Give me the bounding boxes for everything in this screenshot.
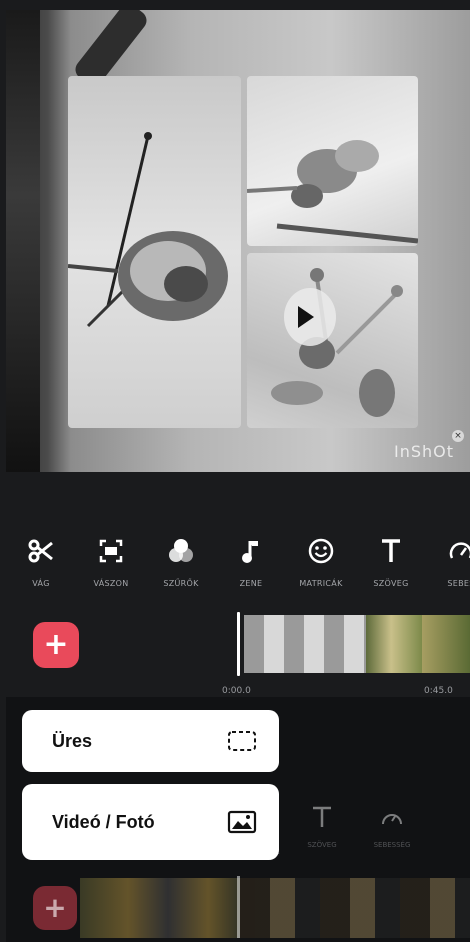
dimmed-toolbar: SZÖVEG SEBESSÉG [300, 805, 414, 849]
image-icon [227, 810, 257, 834]
plus-icon: + [43, 627, 69, 662]
filters-icon [169, 539, 193, 562]
text-icon [382, 539, 400, 562]
edit-toolbar: VÁG VÁSZON SZŰRŐK ZENE MATRICÁK SZÖVEG S… [6, 535, 470, 605]
play-button[interactable] [284, 288, 336, 346]
video-preview[interactable]: InShOt × [6, 10, 470, 472]
collage-frame [68, 76, 418, 428]
add-video-photo-label: Videó / Fotó [52, 811, 155, 832]
tool-speed-label: SEBES [447, 579, 470, 588]
collage-photo-top-right [247, 76, 418, 246]
tool-text-label: SZÖVEG [373, 579, 409, 588]
speed-icon [449, 542, 470, 559]
timeline-playhead[interactable] [237, 612, 240, 676]
add-empty-label: Üres [52, 730, 93, 751]
timeline-thumb-collage [244, 615, 366, 673]
timeline-thumb-flower [366, 615, 422, 673]
tool-stickers[interactable]: MATRICÁK [286, 535, 356, 605]
plus-icon: + [43, 891, 67, 924]
add-clip-button[interactable]: + [33, 622, 79, 668]
tool-canvas[interactable]: VÁSZON [76, 535, 146, 605]
dimmed-playhead [237, 876, 240, 938]
dimmed-tool-speed-label: SEBESSÉG [373, 841, 411, 849]
dimmed-tool-text: SZÖVEG [300, 805, 344, 849]
add-empty-option[interactable]: Üres [22, 710, 279, 772]
timeline-track[interactable] [244, 615, 470, 673]
timeline-end-time: 0:45.0 [424, 686, 453, 696]
collage-photo-bottom-right [247, 253, 418, 428]
tool-canvas-label: VÁSZON [93, 579, 129, 588]
dimmed-thumb-1 [80, 878, 240, 938]
music-note-icon [242, 541, 258, 563]
dimmed-tool-speed: SEBESSÉG [370, 805, 414, 849]
canvas-icon [99, 539, 123, 563]
dimmed-add-button: + [33, 886, 77, 930]
play-icon [298, 306, 314, 328]
tool-filters[interactable]: SZŰRŐK [146, 535, 216, 605]
collage-photo-left [68, 76, 241, 428]
text-icon [313, 806, 331, 827]
dashed-rectangle-icon [228, 731, 256, 751]
timeline-start-time: 0:00.0 [222, 686, 251, 696]
add-video-photo-option[interactable]: Videó / Fotó [22, 784, 279, 860]
tool-filters-label: SZŰRŐK [163, 579, 199, 588]
tool-speed[interactable]: SEBES [426, 535, 470, 605]
watermark-close-icon[interactable]: × [452, 430, 464, 442]
tool-text[interactable]: SZÖVEG [356, 535, 426, 605]
dimmed-timeline-track [80, 878, 470, 938]
dimmed-tool-text-label: SZÖVEG [307, 841, 337, 849]
speed-icon [382, 814, 402, 825]
tool-cut[interactable]: VÁG [6, 535, 76, 605]
timeline-thumb-flower-2 [422, 615, 470, 673]
tool-stickers-label: MATRICÁK [299, 579, 343, 588]
inshot-watermark[interactable]: InShOt [394, 442, 454, 461]
dimmed-thumb-2 [240, 878, 470, 938]
tool-music-label: ZENE [239, 579, 263, 588]
scissors-icon [28, 539, 53, 563]
tool-music[interactable]: ZENE [216, 535, 286, 605]
smiley-icon [308, 538, 334, 564]
background-branch [6, 10, 40, 472]
tool-cut-label: VÁG [32, 579, 50, 588]
